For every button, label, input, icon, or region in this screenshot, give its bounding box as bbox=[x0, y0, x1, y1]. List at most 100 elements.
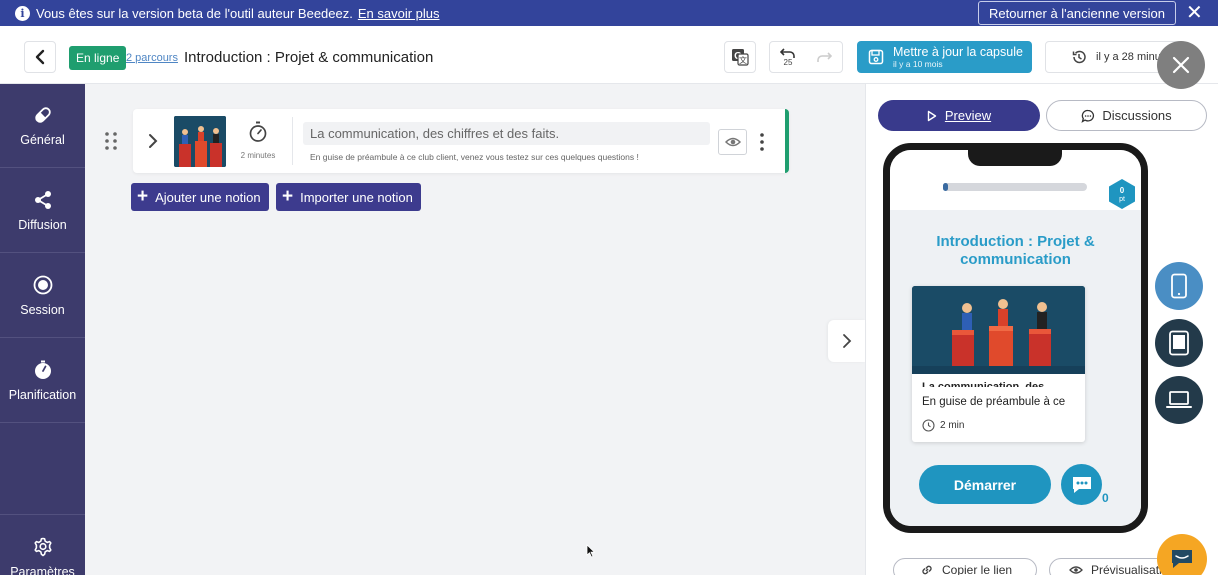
save-icon bbox=[868, 49, 884, 65]
capsule-title: Introduction : Projet & communication bbox=[936, 233, 1095, 268]
svg-text:文: 文 bbox=[739, 55, 747, 65]
sidebar-item-planification[interactable]: Planification bbox=[0, 339, 85, 423]
collapse-panel-button[interactable] bbox=[828, 320, 865, 362]
chat-icon bbox=[1172, 550, 1192, 568]
tab-discussions[interactable]: Discussions bbox=[1046, 100, 1207, 131]
editor-header: En ligne 2 parcours Introduction : Proje… bbox=[0, 26, 1218, 89]
close-preview-button[interactable] bbox=[1157, 41, 1205, 89]
sidebar: Général Diffusion Session Planification … bbox=[0, 84, 85, 575]
undo-redo-group: 25 bbox=[769, 41, 843, 73]
record-icon bbox=[33, 275, 52, 294]
drag-handle-icon[interactable] bbox=[103, 131, 119, 151]
expand-chevron-icon[interactable] bbox=[147, 133, 159, 149]
undo-button[interactable]: 25 bbox=[770, 42, 806, 72]
copy-link-label: Copier le lien bbox=[942, 563, 1013, 575]
card-duration: 2 min bbox=[922, 419, 964, 432]
duration-text: 2 minutes bbox=[240, 151, 276, 160]
page-title: Introduction : Projet & communication bbox=[184, 49, 434, 66]
laptop-icon bbox=[1166, 391, 1192, 408]
capsule-image bbox=[912, 286, 1085, 374]
progress-bar bbox=[943, 183, 1087, 191]
visibility-button[interactable] bbox=[718, 129, 747, 155]
add-notion-label: Ajouter une notion bbox=[155, 189, 261, 205]
beta-banner: i Vous êtes sur la version beta de l'out… bbox=[0, 0, 1218, 26]
chat-icon bbox=[1072, 476, 1091, 493]
points-unit: pt bbox=[1119, 196, 1125, 203]
play-icon bbox=[927, 110, 937, 121]
chevron-left-icon bbox=[35, 49, 45, 65]
device-desktop-button[interactable] bbox=[1155, 376, 1203, 424]
history-icon bbox=[1072, 50, 1086, 64]
plus-icon: + bbox=[282, 186, 294, 207]
beta-banner-message: Vous êtes sur la version beta de l'outil… bbox=[36, 5, 353, 21]
import-notion-label: Importer une notion bbox=[300, 189, 413, 205]
undo-count: 25 bbox=[783, 58, 793, 67]
sidebar-label: Général bbox=[20, 132, 65, 147]
sidebar-item-diffusion[interactable]: Diffusion bbox=[0, 169, 85, 253]
points-badge: 0 pt bbox=[1109, 179, 1135, 209]
share-icon bbox=[34, 190, 51, 209]
translate-icon: G 文 bbox=[732, 49, 749, 66]
chevron-right-icon bbox=[842, 334, 851, 348]
back-button[interactable] bbox=[24, 41, 56, 73]
smartphone-icon bbox=[1171, 273, 1187, 299]
device-tablet-button[interactable] bbox=[1155, 319, 1203, 367]
card-subtitle: En guise de préambule à ce bbox=[922, 396, 1066, 408]
sidebar-item-general[interactable]: Général bbox=[0, 84, 85, 168]
notion-duration: 2 minutes bbox=[238, 121, 278, 160]
sidebar-item-parametres[interactable]: Paramètres bbox=[0, 514, 85, 575]
notion-subtitle[interactable]: En guise de préambule à ce club client, … bbox=[310, 152, 639, 162]
plus-icon: + bbox=[137, 186, 149, 207]
status-badge: En ligne bbox=[69, 46, 127, 70]
tablet-icon bbox=[1169, 330, 1189, 356]
podium-illustration bbox=[912, 286, 1085, 374]
podium-illustration bbox=[174, 116, 226, 167]
card-duration-text: 2 min bbox=[940, 420, 965, 431]
return-old-version-button[interactable]: Retourner à l'ancienne version bbox=[978, 1, 1176, 25]
notion-thumbnail bbox=[174, 116, 226, 167]
capsule-card[interactable]: La communication, des En guise de préamb… bbox=[912, 286, 1085, 442]
phone-body: Introduction : Projet & communication La… bbox=[890, 210, 1141, 526]
sidebar-label: Planification bbox=[8, 387, 77, 402]
sidebar-label: Session bbox=[20, 302, 65, 317]
points-value: 0 bbox=[1120, 186, 1125, 195]
chat-bubble-icon bbox=[1081, 109, 1095, 123]
notion-card: 2 minutes La communication, des chiffres… bbox=[133, 109, 789, 173]
copy-link-button[interactable]: Copier le lien bbox=[893, 558, 1037, 575]
info-icon: i bbox=[15, 5, 30, 21]
phone-preview: 0 pt Introduction : Projet & communicati… bbox=[883, 143, 1148, 533]
add-notion-button[interactable]: + Ajouter une notion bbox=[131, 183, 269, 211]
sidebar-label: Diffusion bbox=[18, 217, 67, 232]
notion-title-input[interactable]: La communication, des chiffres et des fa… bbox=[303, 122, 710, 145]
start-button[interactable]: Démarrer bbox=[919, 465, 1051, 504]
tab-discussions-label: Discussions bbox=[1102, 108, 1172, 123]
eye-icon bbox=[724, 137, 741, 147]
card-divider bbox=[292, 117, 293, 165]
device-mobile-button[interactable] bbox=[1155, 262, 1203, 310]
card-title: La communication, des bbox=[922, 381, 1045, 387]
phone-chat-button[interactable] bbox=[1061, 464, 1102, 505]
tab-preview-label: Preview bbox=[944, 108, 992, 123]
progress-fill bbox=[943, 183, 948, 191]
parcours-link[interactable]: 2 parcours bbox=[126, 52, 178, 64]
more-options-icon[interactable] bbox=[757, 131, 767, 153]
update-capsule-button[interactable]: Mettre à jour la capsule il y a 10 mois bbox=[857, 41, 1032, 73]
sidebar-item-session[interactable]: Session bbox=[0, 254, 85, 338]
tab-preview[interactable]: Preview bbox=[878, 100, 1040, 131]
eye-icon bbox=[1069, 566, 1083, 574]
close-icon bbox=[1172, 56, 1190, 74]
import-notion-button[interactable]: + Importer une notion bbox=[276, 183, 421, 211]
phone-notch bbox=[968, 150, 1062, 166]
redo-icon bbox=[817, 52, 832, 62]
close-banner-icon[interactable]: ✕ bbox=[1186, 2, 1203, 24]
redo-button[interactable] bbox=[806, 42, 842, 72]
stopwatch-icon bbox=[249, 121, 267, 142]
stopwatch-icon bbox=[34, 360, 51, 379]
learn-more-link[interactable]: En savoir plus bbox=[358, 6, 440, 21]
gear-icon bbox=[33, 537, 52, 557]
update-capsule-time: il y a 10 mois bbox=[893, 58, 943, 69]
update-capsule-label: Mettre à jour la capsule bbox=[893, 44, 1023, 59]
link-icon bbox=[922, 565, 932, 575]
pill-icon bbox=[34, 106, 51, 123]
translate-button[interactable]: G 文 bbox=[724, 41, 756, 73]
